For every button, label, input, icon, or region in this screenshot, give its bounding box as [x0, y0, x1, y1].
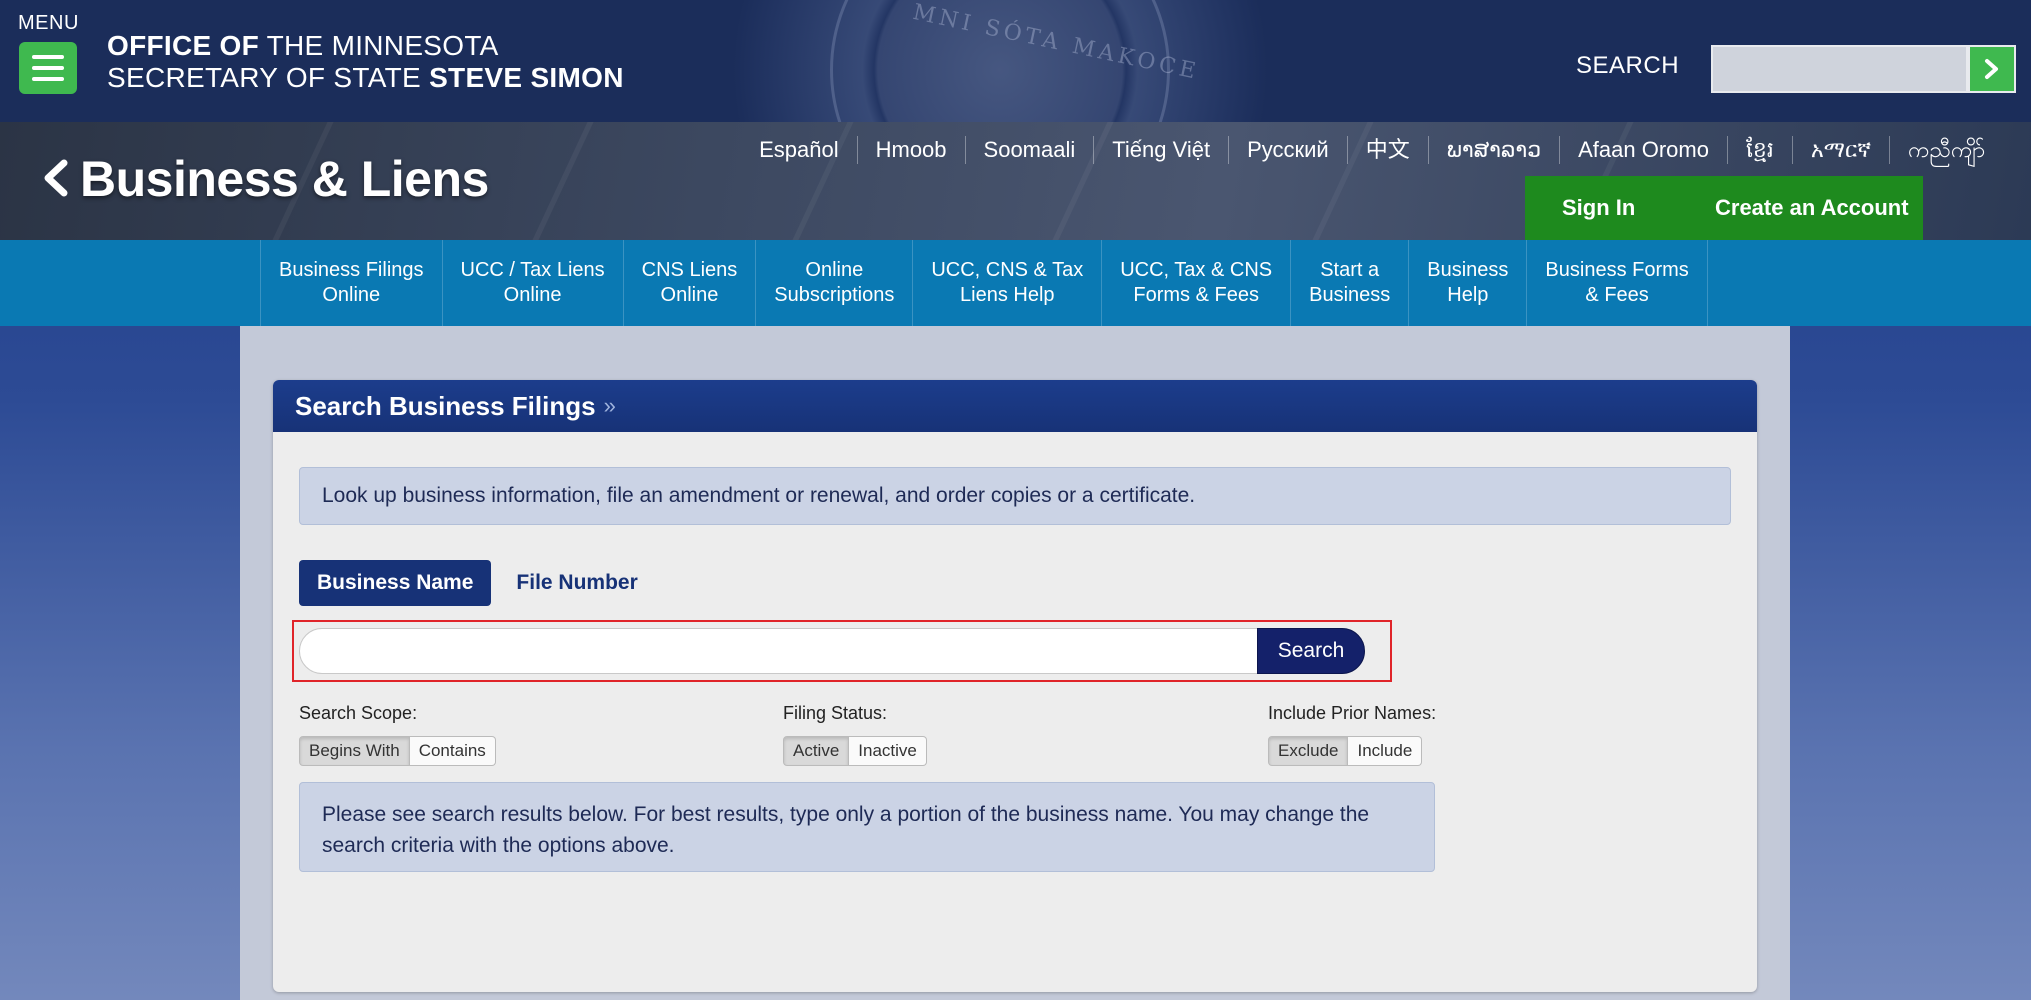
nav-business-forms-fees[interactable]: Business Forms & Fees: [1526, 240, 1708, 326]
create-account-link[interactable]: Create an Account: [1691, 195, 1909, 221]
nav-business-filings-online[interactable]: Business Filings Online: [260, 240, 442, 326]
nav-liens-help[interactable]: UCC, CNS & Tax Liens Help: [912, 240, 1101, 326]
nav-liens-forms-fees[interactable]: UCC, Tax & CNS Forms & Fees: [1101, 240, 1290, 326]
prior-names-label: Include Prior Names:: [1268, 703, 1437, 723]
scope-contains-toggle[interactable]: Contains: [409, 736, 496, 766]
tab-file-number[interactable]: File Number: [516, 571, 637, 595]
hamburger-icon: [32, 55, 64, 59]
title-bold-1: OFFICE OF: [107, 30, 260, 61]
language-link[interactable]: Afaan Oromo: [1559, 136, 1727, 164]
language-link[interactable]: ខ្មែរ: [1726, 136, 1792, 164]
site-header: MNI SÓTA MAKOCE MENU OFFICE OF THE MINNE…: [0, 0, 2031, 122]
main-nav: Business Filings Online UCC / Tax Liens On…: [0, 240, 2031, 326]
language-link[interactable]: Soomaali: [964, 136, 1094, 164]
status-active-toggle[interactable]: Active: [783, 736, 850, 766]
language-link[interactable]: 中文: [1346, 136, 1428, 164]
site-search-submit[interactable]: [1968, 45, 2016, 93]
scope-begins-with-toggle[interactable]: Begins With: [299, 736, 410, 766]
results-note-line-1: Please see search results below. For bes…: [322, 803, 1370, 826]
chevron-right-icon: [1985, 59, 1998, 79]
sign-in-link[interactable]: Sign In: [1525, 195, 1691, 221]
site-search-input[interactable]: [1711, 45, 1968, 93]
raquo-icon: »: [603, 393, 616, 418]
language-link[interactable]: Tiếng Việt: [1093, 136, 1228, 164]
language-link[interactable]: Español: [741, 136, 857, 164]
nav-start-a-business[interactable]: Start a Business: [1290, 240, 1408, 326]
tab-business-name[interactable]: Business Name: [299, 560, 492, 606]
section-banner: Business & Liens Español Hmoob Soomaali …: [0, 122, 2031, 240]
content-area: Search Business Filings » Look up busine…: [240, 326, 1790, 1000]
filing-status-label: Filing Status:: [783, 703, 888, 723]
language-link[interactable]: Hmoob: [856, 136, 965, 164]
results-note-line-2: search criteria with the options above.: [322, 834, 675, 857]
nav-ucc-tax-liens-online[interactable]: UCC / Tax Liens Online: [441, 240, 623, 326]
language-list: Español Hmoob Soomaali Tiếng Việt Русски…: [741, 136, 1985, 164]
search-button[interactable]: Search: [1257, 628, 1365, 674]
language-link[interactable]: Русский: [1228, 136, 1347, 164]
page-title: Business & Liens: [80, 151, 489, 207]
business-name-search-input[interactable]: [299, 628, 1261, 674]
menu-button[interactable]: [19, 42, 77, 94]
language-link[interactable]: አማርኛ: [1791, 136, 1889, 164]
nav-cns-liens-online[interactable]: CNS Liens Online: [622, 240, 756, 326]
search-card: Search Business Filings » Look up busine…: [273, 380, 1757, 992]
language-link[interactable]: ကညီကျိာ်: [1889, 136, 1985, 164]
site-search-label: SEARCH: [1576, 52, 1680, 79]
menu-label: MENU: [18, 12, 79, 34]
back-chevron-icon[interactable]: [40, 158, 70, 198]
status-inactive-toggle[interactable]: Inactive: [849, 736, 927, 766]
prior-names-include-toggle[interactable]: Include: [1348, 736, 1423, 766]
results-note: Please see search results below. For bes…: [299, 782, 1435, 872]
prior-names-exclude-toggle[interactable]: Exclude: [1268, 736, 1349, 766]
search-type-tabs: Business Name File Number: [299, 560, 638, 606]
search-scope-label: Search Scope:: [299, 703, 418, 723]
nav-online-subscriptions[interactable]: Online Subscriptions: [755, 240, 912, 326]
title-thin-2: SECRETARY OF STATE: [107, 62, 430, 93]
search-scope-group: Search Scope: Begins With Contains: [299, 703, 496, 766]
filing-status-group: Filing Status: Active Inactive: [783, 703, 927, 766]
title-thin-1: THE MINNESOTA: [259, 30, 499, 61]
card-title: Search Business Filings: [295, 390, 596, 421]
card-header: Search Business Filings »: [273, 380, 1757, 432]
account-bar: Sign In Create an Account: [1525, 176, 1923, 240]
nav-business-help[interactable]: Business Help: [1408, 240, 1526, 326]
language-link[interactable]: ພາສາລາວ: [1427, 136, 1559, 164]
site-title[interactable]: OFFICE OF THE MINNESOTA SECRETARY OF STA…: [107, 30, 624, 94]
title-bold-2: STEVE SIMON: [429, 62, 624, 93]
prior-names-group: Include Prior Names: Exclude Include: [1268, 703, 1436, 766]
info-alert: Look up business information, file an am…: [299, 467, 1731, 525]
